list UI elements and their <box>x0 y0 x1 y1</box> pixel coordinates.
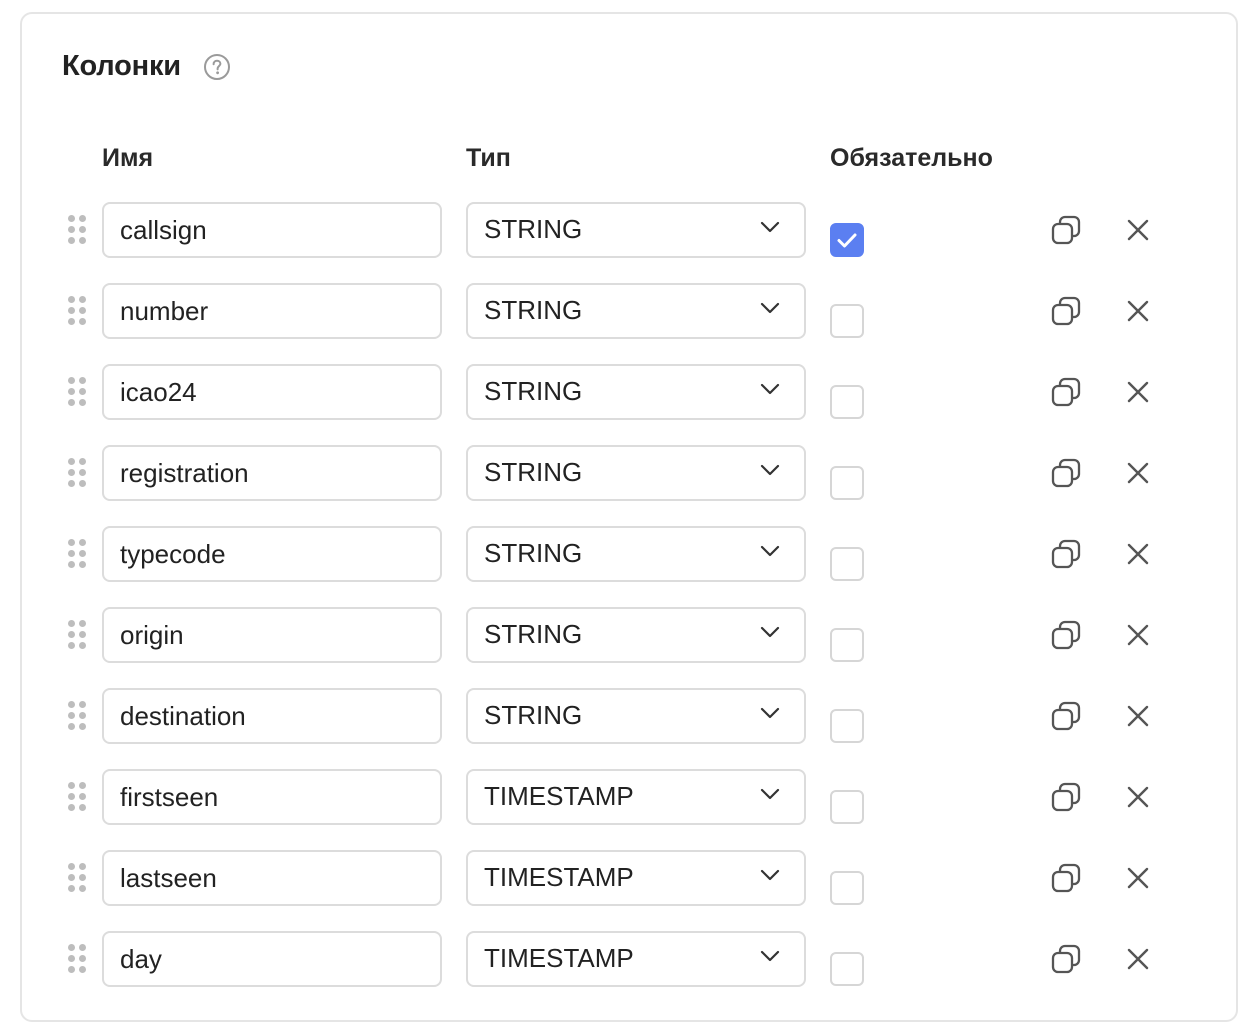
column-name-input[interactable]: lastseen <box>102 850 442 906</box>
column-type-value: STRING <box>484 537 583 568</box>
required-checkbox[interactable] <box>830 790 864 824</box>
close-icon[interactable] <box>1123 296 1153 326</box>
copy-icon[interactable] <box>1050 862 1082 894</box>
column-type-select[interactable]: STRING <box>466 202 806 258</box>
drag-handle-icon[interactable] <box>68 701 88 731</box>
column-type-value: STRING <box>484 699 583 730</box>
copy-icon[interactable] <box>1050 619 1082 651</box>
copy-icon[interactable] <box>1050 295 1082 327</box>
column-name-input[interactable]: registration <box>102 445 442 501</box>
column-type-select[interactable]: STRING <box>466 526 806 582</box>
column-name-input[interactable]: callsign <box>102 202 442 258</box>
column-header-type: Тип <box>466 144 511 172</box>
required-checkbox[interactable] <box>830 223 864 257</box>
question-circle-icon[interactable] <box>203 53 231 81</box>
chevron-down-icon <box>758 296 788 327</box>
copy-icon[interactable] <box>1050 781 1082 813</box>
checkmark-icon <box>837 233 857 248</box>
section-title: Колонки <box>62 50 181 82</box>
column-type-value: STRING <box>484 618 583 649</box>
copy-icon[interactable] <box>1050 214 1082 246</box>
required-checkbox[interactable] <box>830 952 864 986</box>
copy-icon[interactable] <box>1050 457 1082 489</box>
column-type-select[interactable]: TIMESTAMP <box>466 850 806 906</box>
column-name-input[interactable]: destination <box>102 688 442 744</box>
column-type-value: STRING <box>484 294 583 325</box>
column-name-input[interactable]: origin <box>102 607 442 663</box>
chevron-down-icon <box>758 215 788 246</box>
required-checkbox[interactable] <box>830 304 864 338</box>
chevron-down-icon <box>758 782 788 813</box>
column-row: destination STRING <box>0 688 1258 744</box>
column-row: firstseen TIMESTAMP <box>0 769 1258 825</box>
column-name-input[interactable]: firstseen <box>102 769 442 825</box>
column-type-select[interactable]: TIMESTAMP <box>466 769 806 825</box>
column-type-value: TIMESTAMP <box>484 861 634 892</box>
close-icon[interactable] <box>1123 458 1153 488</box>
column-row: number STRING <box>0 283 1258 339</box>
drag-handle-icon[interactable] <box>68 539 88 569</box>
column-type-select[interactable]: TIMESTAMP <box>466 931 806 987</box>
copy-icon[interactable] <box>1050 538 1082 570</box>
required-checkbox[interactable] <box>830 466 864 500</box>
close-icon[interactable] <box>1123 944 1153 974</box>
column-row: lastseen TIMESTAMP <box>0 850 1258 906</box>
copy-icon[interactable] <box>1050 943 1082 975</box>
drag-handle-icon[interactable] <box>68 296 88 326</box>
close-icon[interactable] <box>1123 377 1153 407</box>
chevron-down-icon <box>758 377 788 408</box>
close-icon[interactable] <box>1123 215 1153 245</box>
chevron-down-icon <box>758 458 788 489</box>
required-checkbox[interactable] <box>830 709 864 743</box>
column-header-name: Имя <box>102 144 154 172</box>
drag-handle-icon[interactable] <box>68 863 88 893</box>
chevron-down-icon <box>758 701 788 732</box>
column-type-value: STRING <box>484 456 583 487</box>
column-type-select[interactable]: STRING <box>466 283 806 339</box>
drag-handle-icon[interactable] <box>68 782 88 812</box>
column-row: origin STRING <box>0 607 1258 663</box>
required-checkbox[interactable] <box>830 628 864 662</box>
column-row: callsign STRING <box>0 202 1258 258</box>
column-type-select[interactable]: STRING <box>466 688 806 744</box>
column-type-value: STRING <box>484 375 583 406</box>
column-row: day TIMESTAMP <box>0 931 1258 987</box>
drag-handle-icon[interactable] <box>68 944 88 974</box>
required-checkbox[interactable] <box>830 871 864 905</box>
column-name-input[interactable]: typecode <box>102 526 442 582</box>
required-checkbox[interactable] <box>830 547 864 581</box>
column-type-value: TIMESTAMP <box>484 780 634 811</box>
column-name-input[interactable]: number <box>102 283 442 339</box>
close-icon[interactable] <box>1123 620 1153 650</box>
drag-handle-icon[interactable] <box>68 215 88 245</box>
section-header: Колонки <box>62 50 231 83</box>
close-icon[interactable] <box>1123 863 1153 893</box>
required-checkbox[interactable] <box>830 385 864 419</box>
chevron-down-icon <box>758 539 788 570</box>
column-header-required: Обязательно <box>830 144 993 172</box>
copy-icon[interactable] <box>1050 700 1082 732</box>
column-name-input[interactable]: day <box>102 931 442 987</box>
chevron-down-icon <box>758 944 788 975</box>
close-icon[interactable] <box>1123 782 1153 812</box>
column-row: icao24 STRING <box>0 364 1258 420</box>
column-type-select[interactable]: STRING <box>466 445 806 501</box>
column-type-select[interactable]: STRING <box>466 607 806 663</box>
drag-handle-icon[interactable] <box>68 458 88 488</box>
drag-handle-icon[interactable] <box>68 377 88 407</box>
column-type-value: TIMESTAMP <box>484 942 634 973</box>
close-icon[interactable] <box>1123 539 1153 569</box>
chevron-down-icon <box>758 620 788 651</box>
column-type-select[interactable]: STRING <box>466 364 806 420</box>
close-icon[interactable] <box>1123 701 1153 731</box>
drag-handle-icon[interactable] <box>68 620 88 650</box>
copy-icon[interactable] <box>1050 376 1082 408</box>
column-name-input[interactable]: icao24 <box>102 364 442 420</box>
column-row: typecode STRING <box>0 526 1258 582</box>
column-row: registration STRING <box>0 445 1258 501</box>
column-type-value: STRING <box>484 213 583 244</box>
chevron-down-icon <box>758 863 788 894</box>
